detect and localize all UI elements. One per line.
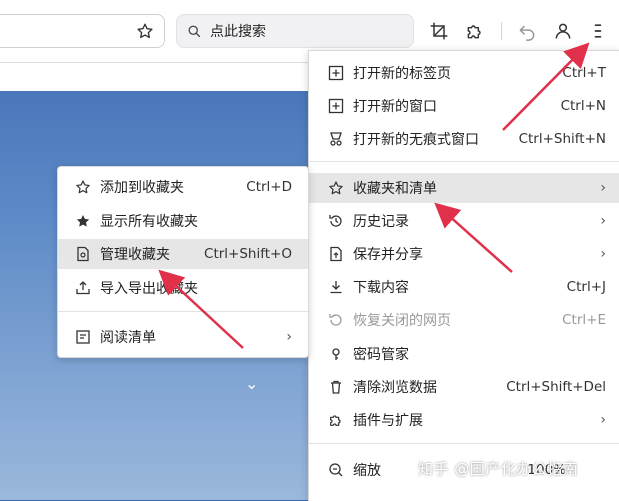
star-outline-icon xyxy=(74,178,92,196)
submenu-item-reading-list[interactable]: 阅读清单 › xyxy=(58,322,308,352)
menu-item-label: 打开新的标签页 xyxy=(353,66,451,82)
menu-item-new-tab[interactable]: 打开新的标签页 Ctrl+T xyxy=(309,58,619,88)
import-export-icon xyxy=(74,279,92,297)
download-icon xyxy=(327,278,345,296)
submenu-item-import-export[interactable]: 导入导出收藏夹 xyxy=(58,273,308,303)
submenu-item-manage-bookmarks[interactable]: 管理收藏夹 Ctrl+Shift+O xyxy=(58,239,308,269)
submenu-item-show-all[interactable]: 显示所有收藏夹 xyxy=(58,206,308,236)
manage-bookmarks-icon xyxy=(74,245,92,263)
chevron-right-icon: › xyxy=(600,213,606,229)
save-share-icon xyxy=(327,245,345,263)
scroll-down-chevron-icon[interactable]: ⌄ xyxy=(245,374,258,393)
bookmarks-submenu: 添加到收藏夹 Ctrl+D 显示所有收藏夹 管理收藏夹 Ctrl+Shift+O… xyxy=(57,166,309,358)
menu-item-label: 添加到收藏夹 xyxy=(100,180,184,196)
search-icon xyxy=(188,25,201,37)
menu-item-history[interactable]: 历史记录 › xyxy=(309,206,619,236)
menu-divider xyxy=(58,311,308,312)
menu-item-label: 打开新的无痕式窗口 xyxy=(353,132,479,148)
menu-item-extensions[interactable]: 插件与扩展 › xyxy=(309,405,619,435)
chevron-right-icon: › xyxy=(600,246,606,262)
reading-list-icon xyxy=(74,328,92,346)
menu-item-shortcut: Ctrl+N xyxy=(560,98,606,114)
screenshot-button[interactable] xyxy=(428,20,450,42)
trash-icon xyxy=(327,378,345,396)
menu-item-label: 导入导出收藏夹 xyxy=(100,281,198,297)
menu-item-label: 恢复关闭的网页 xyxy=(353,313,451,329)
puzzle-icon xyxy=(467,25,481,39)
menu-item-save-share[interactable]: 保存并分享 › xyxy=(309,239,619,269)
menu-item-shortcut: Ctrl+Shift+O xyxy=(204,246,292,262)
menu-item-shortcut: Ctrl+E xyxy=(562,312,606,328)
menu-item-clear-data[interactable]: 清除浏览数据 Ctrl+Shift+Del xyxy=(309,372,619,402)
extensions-button[interactable] xyxy=(464,20,486,42)
crop-icon xyxy=(430,22,448,40)
menu-item-shortcut: Ctrl+D xyxy=(246,179,292,195)
new-window-icon xyxy=(327,97,345,115)
user-icon xyxy=(555,23,571,39)
menu-divider xyxy=(309,443,619,444)
menu-item-downloads[interactable]: 下载内容 Ctrl+J xyxy=(309,272,619,302)
menu-divider xyxy=(309,161,619,162)
menu-item-label: 显示所有收藏夹 xyxy=(100,214,198,230)
menu-item-label: 插件与扩展 xyxy=(353,413,423,429)
puzzle-icon xyxy=(327,411,345,429)
menu-item-password-manager[interactable]: 密码管家 xyxy=(309,339,619,369)
watermark: 知乎 @国产化办公指南 xyxy=(418,460,579,478)
menu-item-shortcut: Ctrl+J xyxy=(566,279,606,295)
new-tab-icon xyxy=(327,64,345,82)
menu-item-restore-closed[interactable]: 恢复关闭的网页 Ctrl+E xyxy=(309,305,619,335)
menu-item-label: 阅读清单 xyxy=(100,330,156,346)
zoom-icon xyxy=(327,461,345,479)
menu-icon xyxy=(594,24,602,38)
incognito-icon xyxy=(327,130,345,148)
menu-item-new-window[interactable]: 打开新的窗口 Ctrl+N xyxy=(309,91,619,121)
search-box[interactable]: 点此搜索 xyxy=(176,14,414,48)
menu-item-label: 保存并分享 xyxy=(353,247,423,263)
account-button[interactable] xyxy=(552,20,574,42)
menu-item-label: 历史记录 xyxy=(353,214,409,230)
submenu-item-add-bookmark[interactable]: 添加到收藏夹 Ctrl+D xyxy=(58,172,308,202)
main-menu-button[interactable] xyxy=(587,20,609,42)
star-icon xyxy=(327,179,345,197)
menu-item-shortcut: Ctrl+Shift+N xyxy=(518,131,606,147)
menu-item-bookmarks-and-lists[interactable]: 收藏夹和清单 › xyxy=(309,173,619,203)
menu-item-label: 密码管家 xyxy=(353,347,409,363)
menu-item-label: 清除浏览数据 xyxy=(353,380,437,396)
undo-icon xyxy=(519,25,535,41)
menu-item-label: 管理收藏夹 xyxy=(100,247,170,263)
history-icon xyxy=(327,212,345,230)
bookmark-star-button[interactable] xyxy=(134,20,156,42)
chevron-right-icon: › xyxy=(286,329,292,345)
browser-main-menu: 打开新的标签页 Ctrl+T 打开新的窗口 Ctrl+N 打开新的无痕式窗口 C… xyxy=(308,50,619,501)
star-icon xyxy=(137,23,153,39)
menu-item-shortcut: Ctrl+Shift+Del xyxy=(506,379,606,395)
restore-icon xyxy=(327,311,345,329)
menu-item-label: 下载内容 xyxy=(353,280,409,296)
menu-item-label: 打开新的窗口 xyxy=(353,99,437,115)
menu-item-label: 收藏夹和清单 xyxy=(353,181,437,197)
star-sparkle-icon xyxy=(74,212,92,230)
menu-item-incognito[interactable]: 打开新的无痕式窗口 Ctrl+Shift+N xyxy=(309,124,619,154)
toolbar-divider xyxy=(501,22,502,40)
undo-button[interactable] xyxy=(516,20,538,42)
chevron-right-icon: › xyxy=(600,412,606,428)
menu-item-shortcut: Ctrl+T xyxy=(562,65,606,81)
search-placeholder: 点此搜索 xyxy=(210,24,266,40)
key-icon xyxy=(327,345,345,363)
chevron-right-icon: › xyxy=(600,180,606,196)
